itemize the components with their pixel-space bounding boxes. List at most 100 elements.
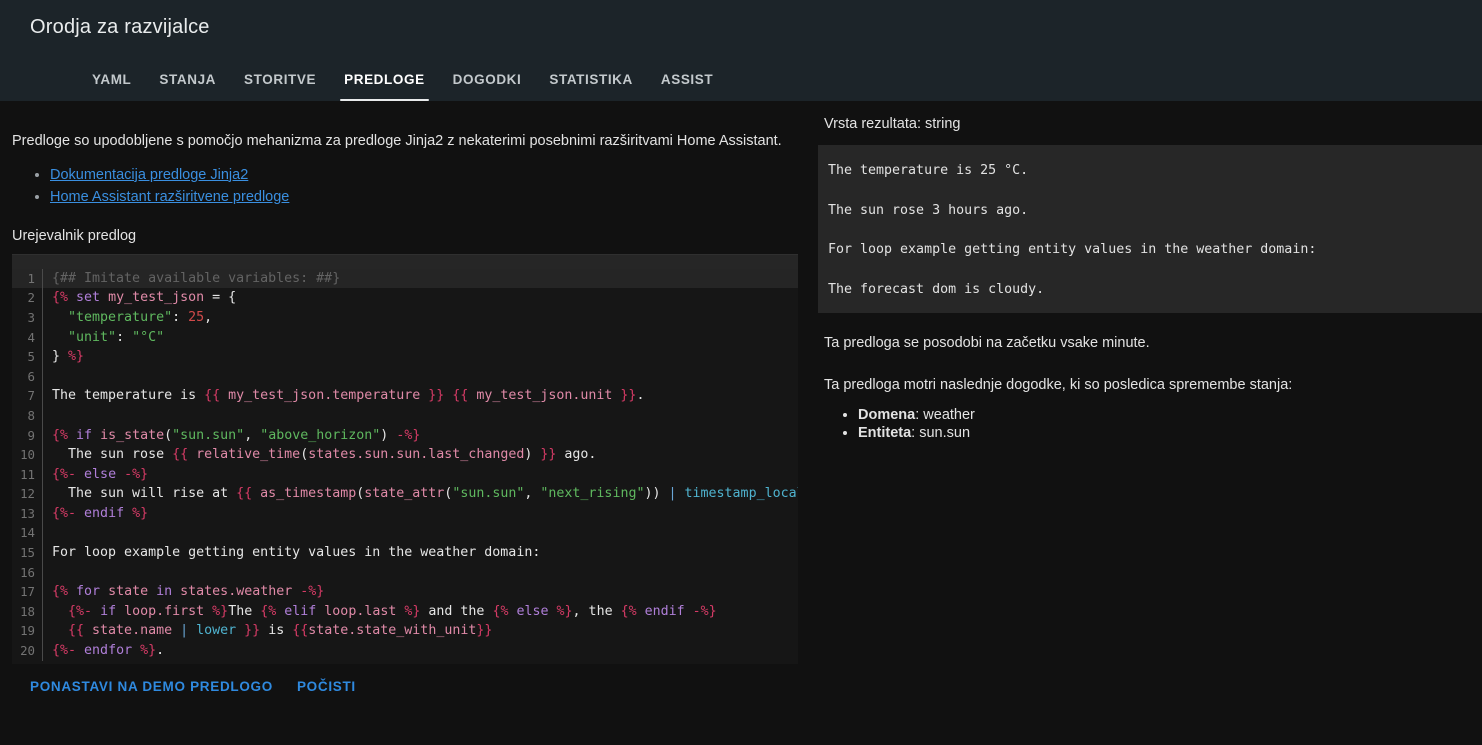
tab-yaml[interactable]: YAML — [78, 72, 145, 101]
line-number: 11 — [20, 466, 35, 482]
code-line-text: {%- endfor %}. — [43, 641, 164, 661]
gutter-divider — [42, 405, 43, 426]
code-token: loop.first — [124, 603, 205, 619]
gutter-divider — [42, 366, 43, 387]
code-token: loop.last — [324, 603, 397, 619]
code-token: : — [172, 309, 189, 325]
code-token: ) — [524, 447, 541, 463]
code-line[interactable]: 5} %} — [12, 347, 798, 367]
code-line-text: {%- endif %} — [43, 504, 148, 524]
code-line[interactable]: 8 — [12, 405, 798, 426]
code-line[interactable]: 9 {% if is_state("sun.sun", "above_horizo… — [12, 425, 798, 446]
line-number: 9 — [27, 427, 35, 443]
code-line[interactable]: 13 {%- endif %} — [12, 503, 798, 524]
tab-predloge[interactable]: PREDLOGE — [330, 72, 439, 101]
list-item: Entiteta: sun.sun — [858, 425, 1482, 441]
code-line[interactable]: 11 {%- else -%} — [12, 464, 798, 485]
result-type-label: Vrsta rezultata: string — [824, 116, 961, 132]
code-line[interactable]: 7 The temperature is {{ my_test_json.temp… — [12, 386, 798, 406]
code-token: ago. — [556, 447, 597, 463]
code-token: "sun.sun" — [452, 486, 525, 502]
code-line-text: {%- if loop.first %}The {% elif loop.las… — [43, 602, 717, 622]
code-line[interactable]: 16 — [12, 562, 798, 583]
code-token: %} — [556, 603, 573, 619]
tab-dogodki[interactable]: DOGODKI — [439, 72, 536, 101]
result-line: The temperature is 25 °C. — [828, 163, 1029, 178]
line-number: 2 — [27, 290, 35, 306]
line-number: 15 — [20, 545, 35, 561]
template-code-editor[interactable]: 1 {## Imitate available variables: ##} 2 {%… — [12, 253, 798, 664]
line-number: 1 — [27, 270, 35, 286]
code-token: %} — [68, 349, 85, 365]
code-token: %} — [140, 643, 157, 659]
code-token: -%} — [396, 427, 421, 443]
tab-stanja[interactable]: STANJA — [145, 72, 230, 101]
code-token: {% — [620, 603, 637, 619]
line-number: 7 — [27, 388, 35, 404]
code-line[interactable]: 15 For loop example getting entity values… — [12, 543, 798, 563]
meta-value: weather — [923, 406, 975, 423]
code-token: }} — [428, 388, 445, 404]
result-line: The sun rose 3 hours ago. — [828, 202, 1029, 218]
code-line[interactable]: 2 {% set my_test_json = { — [12, 288, 798, 308]
tab-statistika[interactable]: STATISTIKA — [535, 72, 647, 101]
code-token: , the — [572, 603, 621, 619]
list-item: Domena: weather — [858, 407, 1482, 423]
doc-link[interactable]: Home Assistant razširitvene predloge — [50, 189, 289, 205]
tab-storitve[interactable]: STORITVE — [230, 72, 330, 101]
code-line[interactable]: 14 — [12, 523, 798, 544]
code-line[interactable]: 17 {% for state in states.weather -%} — [12, 582, 798, 602]
list-item: Home Assistant razširitvene predloge — [50, 188, 800, 206]
code-line[interactable]: 10 The sun rose {{ relative_time(states.… — [12, 445, 798, 465]
code-token: }} — [476, 623, 493, 639]
code-token: {{ — [204, 388, 221, 404]
code-line[interactable]: 6 — [12, 366, 798, 387]
code-token: {%- — [52, 643, 77, 659]
code-token: "°C" — [132, 329, 165, 345]
tab-assist[interactable]: ASSIST — [647, 72, 727, 101]
code-line[interactable]: 18 {%- if loop.first %}The {% elif loop.… — [12, 601, 798, 622]
code-token: "unit" — [68, 329, 117, 345]
code-line[interactable]: 20 {%- endfor %}. — [12, 641, 798, 661]
code-token: {{ — [172, 447, 189, 463]
code-token: else — [516, 603, 549, 619]
code-line[interactable]: 19 {{ state.name | lower }} is {{state.s… — [12, 621, 798, 642]
code-line-text: The sun rose {{ relative_time(states.sun… — [43, 445, 596, 465]
code-line-text: "unit": "°C" — [43, 328, 164, 348]
code-line[interactable]: 1 {## Imitate available variables: ##} — [12, 268, 798, 289]
meta-key: Entiteta — [858, 424, 912, 441]
clear-button[interactable]: POČISTI — [297, 679, 356, 694]
code-token: is — [260, 623, 293, 639]
app-header: Orodja za razvijalce YAML STANJA STORITVE P… — [0, 0, 1482, 101]
code-token: state_attr — [364, 486, 445, 502]
code-token: {{ — [236, 486, 253, 502]
code-token: {## Imitate available variables: ##} — [52, 270, 341, 286]
code-token: "next_rising" — [540, 486, 645, 502]
doc-links-list: Dokumentacija predloge Jinja2 Home Assist… — [50, 166, 800, 206]
code-token: ( — [300, 447, 309, 463]
code-token: )) — [644, 486, 669, 502]
code-lines-container[interactable]: 1 {## Imitate available variables: ##} 2 {%… — [12, 268, 798, 661]
doc-link[interactable]: Dokumentacija predloge Jinja2 — [50, 167, 248, 183]
intro-text: Predloge so upodobljene s pomočjo mehani… — [12, 133, 782, 149]
reset-demo-template-button[interactable]: PONASTAVI NA DEMO PREDLOGO — [30, 679, 273, 694]
code-line[interactable]: 4 "unit": "°C" — [12, 327, 798, 348]
line-number: 18 — [20, 603, 35, 619]
result-line: For loop example getting entity values i… — [828, 242, 1317, 258]
list-item: Dokumentacija predloge Jinja2 — [50, 166, 800, 184]
code-token: %} — [132, 505, 149, 521]
code-line[interactable]: 12 The sun will rise at {{ as_timestamp(… — [12, 484, 798, 504]
code-line-text: } %} — [43, 347, 84, 367]
code-token: endif — [644, 603, 685, 619]
result-output-box: The temperature is 25 °C. The sun rose 3 … — [818, 145, 1482, 314]
code-line[interactable]: 3 "temperature": 25, — [12, 307, 798, 328]
line-number: 8 — [27, 407, 35, 423]
